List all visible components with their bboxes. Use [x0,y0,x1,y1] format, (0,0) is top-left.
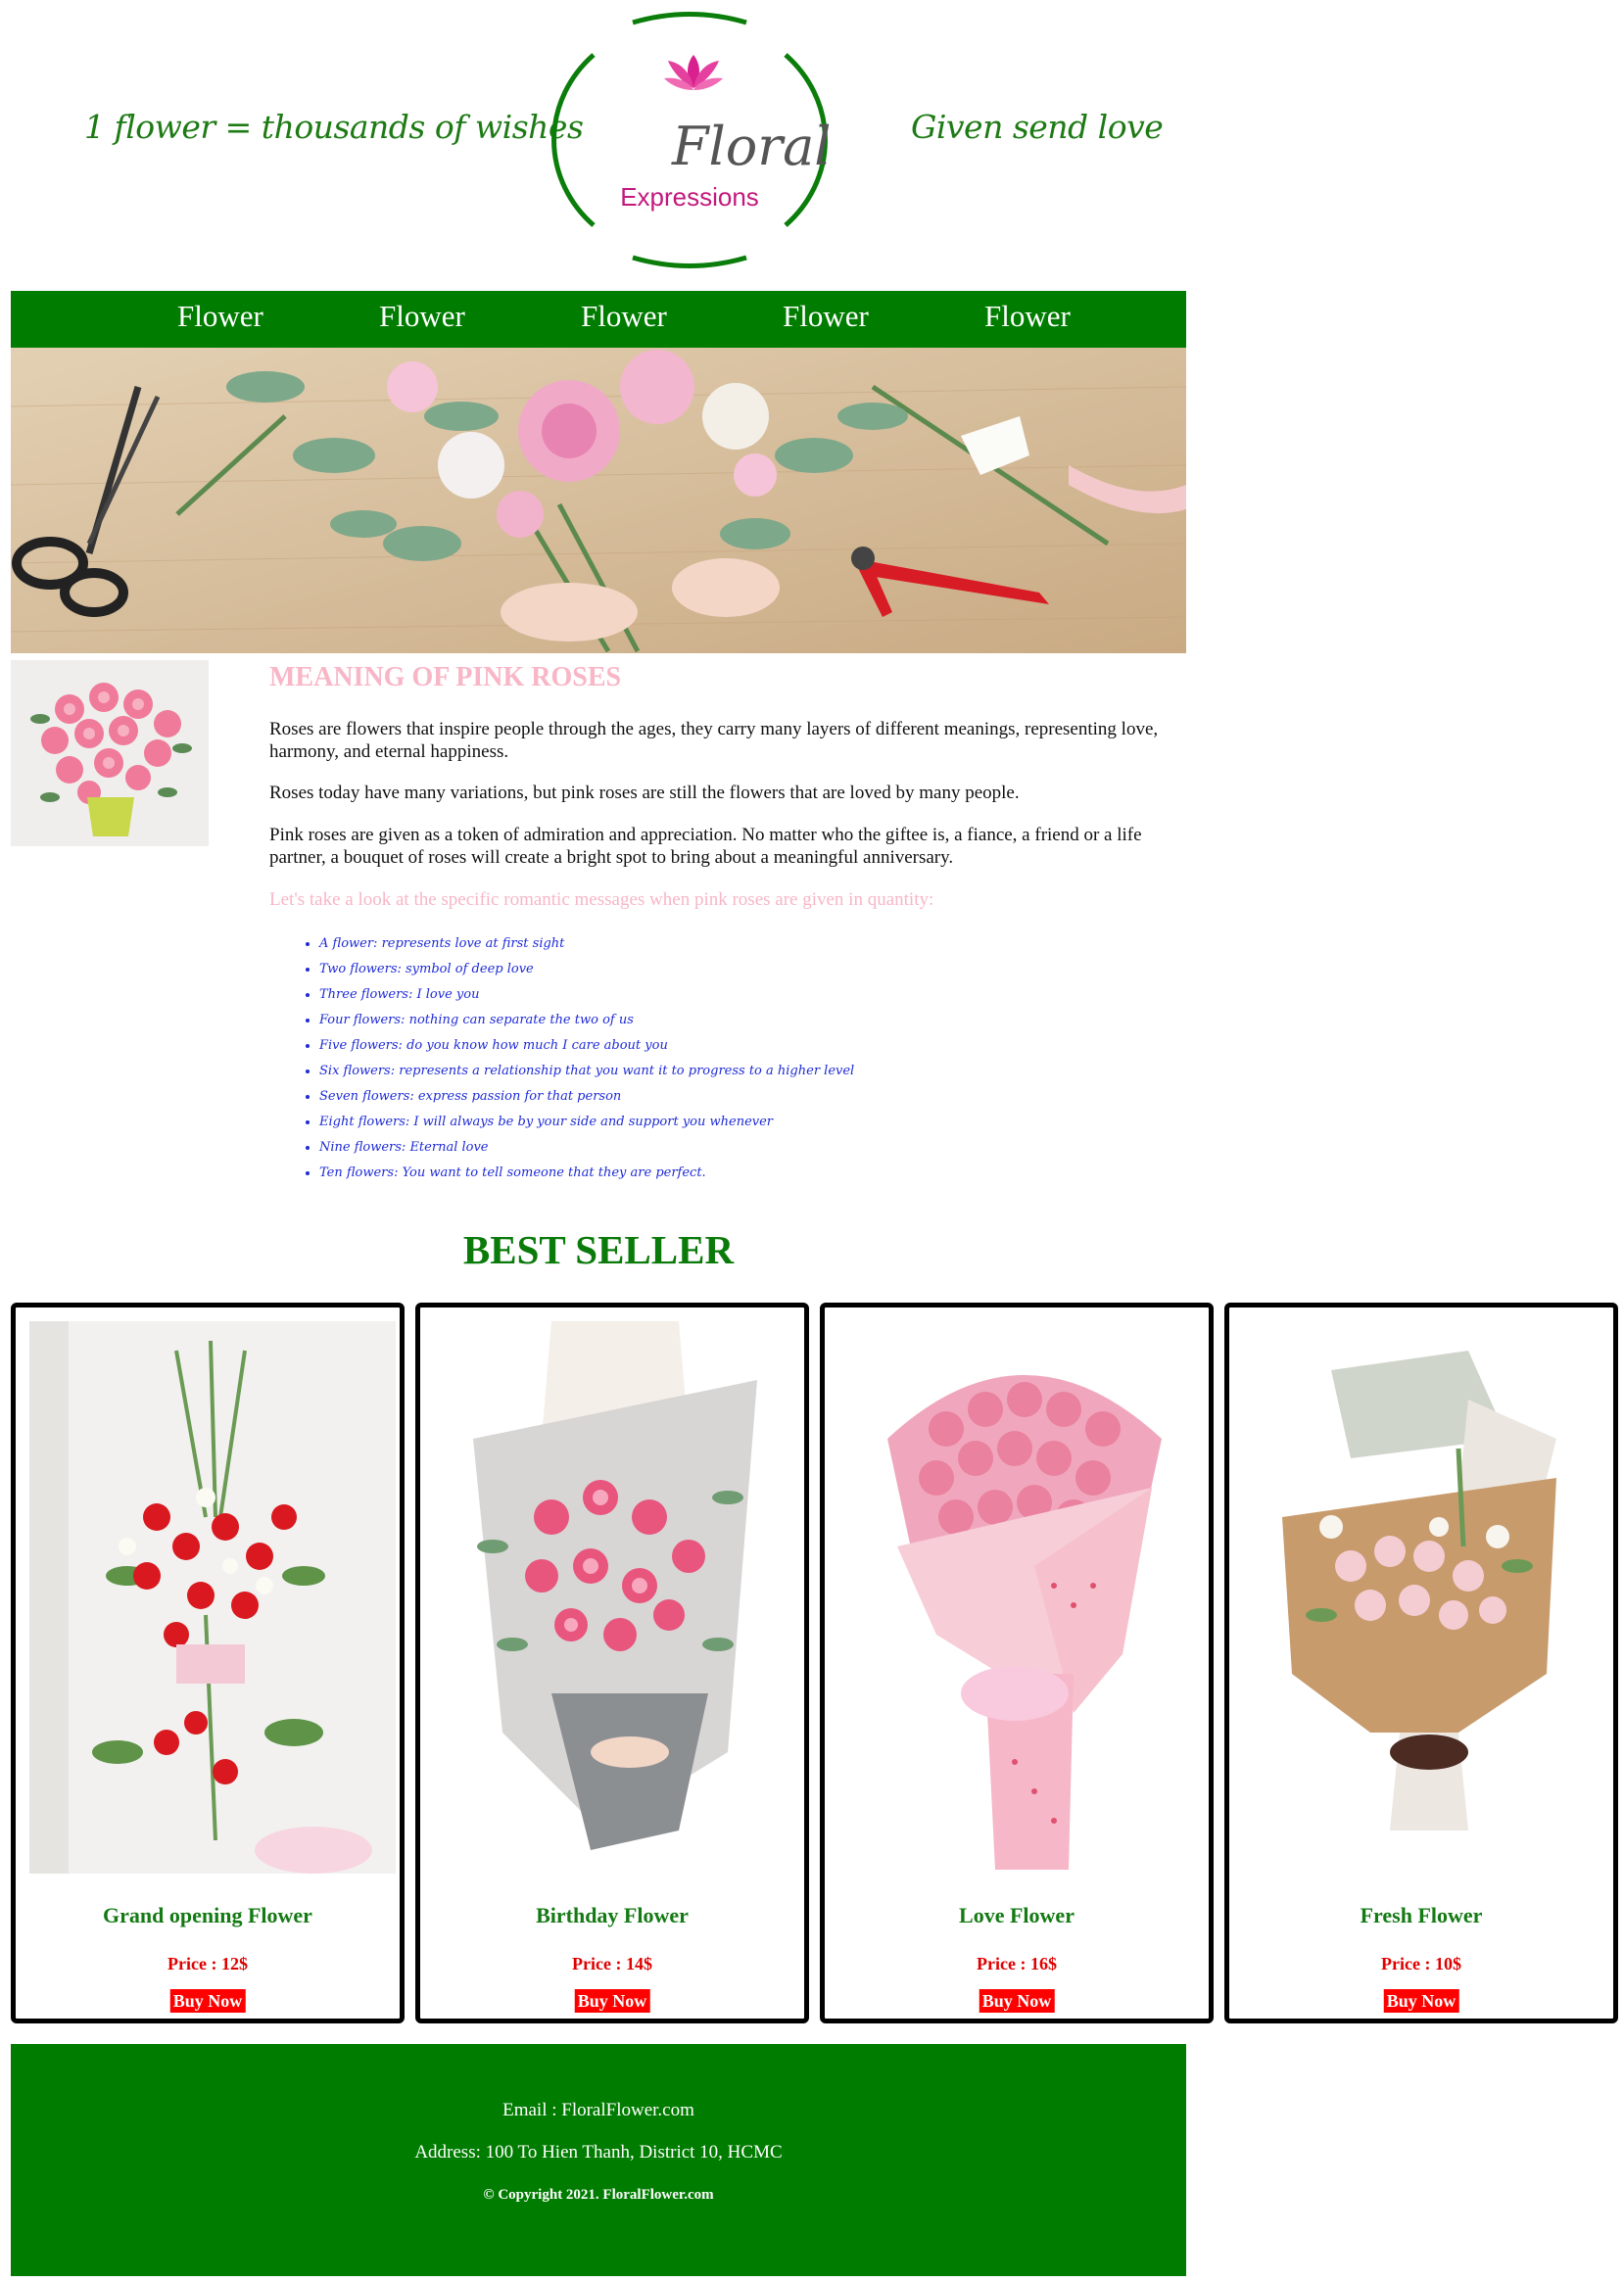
product-name: Birthday Flower [536,1903,689,1927]
list-item: Six flowers: represents a relationship t… [319,1061,907,1086]
product-card-birthday: Birthday Flower Price : 14$ Buy Now [415,1303,809,2023]
rose-meanings-list: A flower: represents love at first sight… [294,933,907,1188]
svg-text:Expressions: Expressions [620,182,759,212]
list-item: Five flowers: do you know how much I car… [319,1035,907,1061]
product-name: Love Flower [959,1903,1075,1927]
product-name: Grand opening Flower [103,1903,312,1927]
nav-item-flower-5[interactable]: Flower [984,299,1071,334]
pink-roses-thumbnail [11,660,209,846]
product-price: Price : 12$ [167,1954,248,1973]
product-image[interactable] [1243,1321,1609,1874]
product-image[interactable] [29,1321,396,1874]
tagline-left: 1 flower = thousands of wishes [84,108,584,146]
product-card-love: Love Flower Price : 16$ Buy Now [820,1303,1214,2023]
site-footer: Email : FloralFlower.com Address: 100 To… [11,2044,1186,2276]
list-item: Nine flowers: Eternal love [319,1137,907,1163]
best-seller-title: BEST SELLER [462,1227,735,1272]
footer-copyright: © Copyright 2021. FloralFlower.com [483,2187,714,2203]
buy-now-button[interactable]: Buy Now [1383,1989,1459,2013]
product-price: Price : 16$ [977,1954,1057,1973]
list-item: Three flowers: I love you [319,984,907,1010]
footer-email: Email : FloralFlower.com [502,2100,694,2120]
logo-brand-bottom: Expressions [620,182,759,212]
logo-brand-top: Floral [671,116,832,177]
footer-address: Address: 100 To Hien Thanh, District 10,… [414,2142,783,2163]
list-item: Two flowers: symbol of deep love [319,959,907,984]
nav-item-flower-3[interactable]: Flower [581,299,667,334]
product-image[interactable] [434,1321,800,1874]
list-item: Four flowers: nothing can separate the t… [319,1010,907,1035]
svg-text:Floral: Floral [671,116,832,177]
buy-now-button[interactable]: Buy Now [574,1989,650,2013]
list-item: A flower: represents love at first sight [319,933,907,959]
buy-now-button[interactable]: Buy Now [169,1989,246,2013]
main-nav: Flower Flower Flower Flower Flower [11,291,1186,348]
product-image[interactable] [838,1321,1205,1874]
list-item: Eight flowers: I will always be by your … [319,1112,907,1137]
tagline-right: Given send love [911,108,1164,146]
article-paragraph-2: Roses today have many variations, but pi… [269,783,1020,803]
buy-now-button[interactable]: Buy Now [979,1989,1055,2013]
nav-item-flower-1[interactable]: Flower [177,299,263,334]
article-title: MEANING OF PINK ROSES [269,662,622,692]
product-name: Fresh Flower [1360,1903,1483,1927]
article-paragraph-1: Roses are flowers that inspire people th… [269,719,1159,762]
product-card-fresh: Fresh Flower Price : 10$ Buy Now [1224,1303,1618,2023]
brand-logo[interactable]: Floral Expressions [525,8,854,274]
article-lead: Let's take a look at the specific romant… [269,889,934,910]
product-price: Price : 14$ [572,1954,652,1973]
nav-item-flower-4[interactable]: Flower [783,299,869,334]
nav-item-flower-2[interactable]: Flower [379,299,465,334]
product-card-grand-opening: Grand opening Flower Price : 12$ Buy Now [11,1303,405,2023]
list-item: Seven flowers: express passion for that … [319,1086,907,1112]
list-item: Ten flowers: You want to tell someone th… [319,1163,907,1188]
article-paragraph-3: Pink roses are given as a token of admir… [269,825,1142,868]
product-price: Price : 10$ [1381,1954,1461,1973]
lotus-icon [664,55,723,90]
hero-banner-image [11,348,1186,653]
